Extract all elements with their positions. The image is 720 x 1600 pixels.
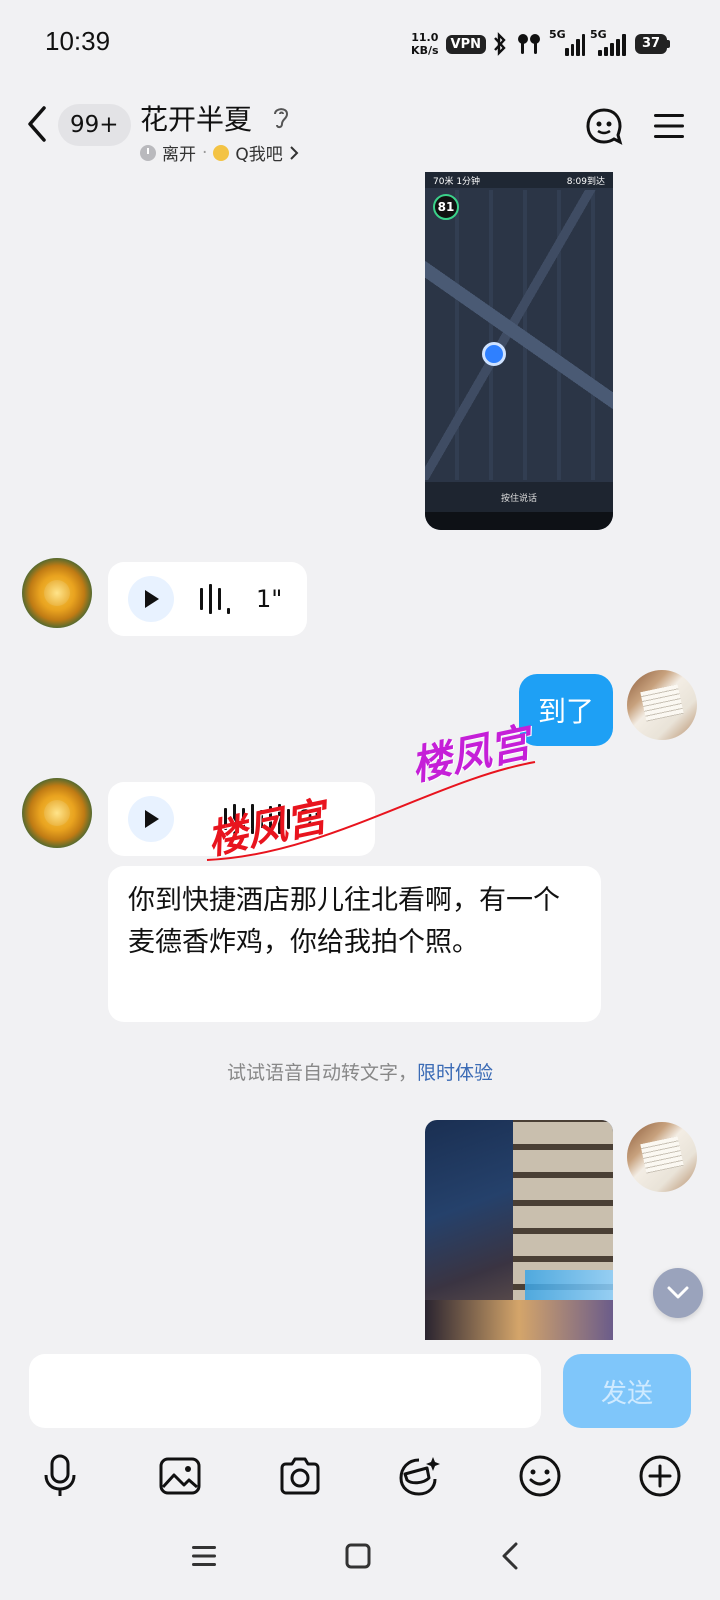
status-indicators: 11.0 KB/s VPN 5G 5G 37	[411, 27, 670, 61]
network-speed-value: 11.0	[411, 31, 439, 44]
user-avatar[interactable]	[627, 670, 697, 740]
network-speed: 11.0 KB/s	[411, 31, 438, 57]
contact-avatar[interactable]	[22, 558, 92, 628]
play-icon	[145, 590, 159, 608]
signal-2-label: 5G	[590, 28, 607, 41]
map-time-left: 1分钟	[456, 177, 481, 187]
robot-face-icon[interactable]	[584, 106, 624, 146]
photo-street	[425, 1300, 613, 1340]
scroll-to-bottom-button[interactable]	[653, 1268, 703, 1318]
magic-face-icon[interactable]	[394, 1450, 446, 1502]
vpn-badge: VPN	[445, 34, 486, 54]
battery-icon: 37	[635, 34, 670, 54]
composer: 发送	[0, 1342, 720, 1512]
emoji-icon[interactable]	[514, 1450, 566, 1502]
chat-title[interactable]: 花开半夏	[140, 98, 252, 138]
chevron-left-icon[interactable]	[22, 102, 52, 146]
status-bar: 10:39 11.0 KB/s VPN 5G 5G 37	[0, 0, 720, 88]
map-eta: 8:09到达	[566, 177, 605, 187]
recent-apps-icon[interactable]	[182, 1534, 226, 1578]
system-navigation-bar	[0, 1512, 720, 1600]
map-voice-hint: 按住说话	[425, 482, 613, 512]
signal-1-icon: 5G	[549, 28, 585, 56]
user-avatar[interactable]	[627, 1122, 697, 1192]
chevron-right-icon	[290, 145, 299, 160]
menu-icon[interactable]	[652, 112, 686, 140]
tip-link[interactable]: 限时体验	[417, 1062, 493, 1084]
battery-level: 37	[635, 34, 667, 54]
unread-count-badge[interactable]: 99+	[58, 104, 131, 146]
map-nav-bar	[425, 512, 613, 530]
signal-1-label: 5G	[549, 28, 566, 41]
photo-message-image[interactable]	[425, 1120, 613, 1340]
play-button[interactable]	[128, 576, 174, 622]
presence-status: 离开	[162, 145, 196, 165]
voice-waveform	[200, 584, 230, 614]
map-nav-topbar: 70米 1分钟 8:09到达	[425, 172, 613, 188]
earbuds-icon	[518, 34, 540, 54]
received-text-message[interactable]: 你到快捷酒店那儿往北看啊，有一个麦德香炸鸡，你给我拍个照。	[108, 866, 601, 1022]
back-icon[interactable]	[488, 1534, 532, 1578]
tip-text: 试试语音自动转文字，	[226, 1062, 417, 1084]
play-icon	[145, 810, 159, 828]
play-button[interactable]	[128, 796, 174, 842]
status-time: 10:39	[45, 26, 111, 56]
composer-toolbar	[0, 1450, 720, 1510]
chat-header: 99+ 花开半夏 离开 · Q我吧	[0, 88, 720, 172]
voice-duration: 1"	[256, 585, 283, 613]
message-input[interactable]	[29, 1354, 541, 1428]
clock-icon	[140, 144, 156, 161]
camera-icon[interactable]	[274, 1450, 326, 1502]
location-pin-icon	[482, 342, 506, 366]
status-label: Q我吧	[235, 145, 283, 165]
contact-avatar[interactable]	[22, 778, 92, 848]
signal-2-icon: 5G	[590, 28, 630, 56]
bluetooth-icon	[494, 32, 506, 56]
voice-to-text-tip: 试试语音自动转文字，限时体验	[0, 1058, 720, 1085]
image-icon[interactable]	[154, 1450, 206, 1502]
presence-row[interactable]: 离开 · Q我吧	[140, 140, 299, 165]
ear-icon	[274, 108, 289, 129]
map-speed: 81	[433, 194, 459, 220]
sent-message-bubble[interactable]: 到了	[519, 674, 613, 746]
chevron-down-icon	[667, 1286, 689, 1299]
home-icon[interactable]	[336, 1534, 380, 1578]
voice-message[interactable]: 1"	[108, 562, 307, 636]
send-button[interactable]: 发送	[563, 1354, 691, 1428]
smile-icon	[213, 144, 230, 161]
plus-circle-icon[interactable]	[634, 1450, 686, 1502]
map-roads	[425, 190, 613, 480]
microphone-icon[interactable]	[34, 1450, 86, 1502]
map-distance: 70米	[433, 177, 454, 187]
presence-separator: ·	[202, 142, 208, 163]
network-speed-unit: KB/s	[411, 44, 439, 57]
map-screenshot-image[interactable]: 70米 1分钟 8:09到达 81 按住说话	[425, 172, 613, 530]
